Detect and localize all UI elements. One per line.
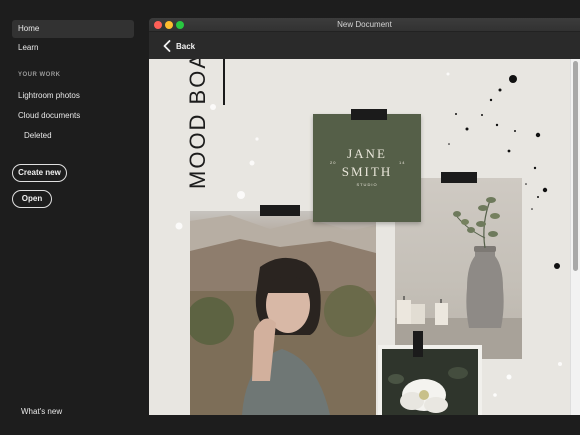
tape-strip <box>351 109 387 120</box>
chevron-left-icon <box>163 40 171 52</box>
sidebar-item-home[interactable]: Home <box>12 20 134 38</box>
sidebar-item-lightroom-photos[interactable]: Lightroom photos <box>12 87 134 105</box>
template-preview[interactable]: MOOD BOARD JANE SMITH 20 14 STUDIO <box>149 59 570 415</box>
tape-strip <box>260 205 300 216</box>
window-title: New Document <box>337 20 392 29</box>
sidebar-item-learn[interactable]: Learn <box>12 39 134 57</box>
open-button[interactable]: Open <box>12 190 52 208</box>
hanging-line <box>223 59 225 105</box>
flower-photo <box>378 345 482 415</box>
flower-illustration <box>388 367 468 413</box>
tape-strip <box>413 331 423 357</box>
document-window: New Document Back MOOD BOARD JANE SMITH … <box>149 18 580 415</box>
logo-line-2: SMITH <box>341 164 393 179</box>
logo-number-left: 20 <box>330 160 337 165</box>
sidebar-item-deleted[interactable]: Deleted <box>12 127 134 145</box>
vertical-scrollbar[interactable] <box>570 59 580 415</box>
back-button[interactable]: Back <box>163 38 195 54</box>
whats-new-link[interactable]: What's new <box>15 403 137 421</box>
portrait-photo <box>190 211 376 415</box>
back-label: Back <box>176 41 196 51</box>
logo-tagline: STUDIO <box>356 182 378 187</box>
moodboard-title: MOOD BOARD <box>185 59 210 189</box>
title-bar: New Document <box>149 18 580 32</box>
back-bar: Back <box>149 32 580 59</box>
sidebar-item-cloud-documents[interactable]: Cloud documents <box>12 107 134 125</box>
logo-number-right: 14 <box>399 160 406 165</box>
scrollbar-thumb[interactable] <box>573 61 578 271</box>
create-new-button[interactable]: Create new <box>12 164 67 182</box>
section-label-your-work: YOUR WORK <box>18 72 61 78</box>
logo-card: JANE SMITH 20 14 STUDIO <box>313 114 421 222</box>
tape-strip <box>441 172 477 183</box>
portrait-illustration <box>190 215 376 415</box>
sidebar: Home Learn YOUR WORK Lightroom photos Cl… <box>0 0 144 435</box>
